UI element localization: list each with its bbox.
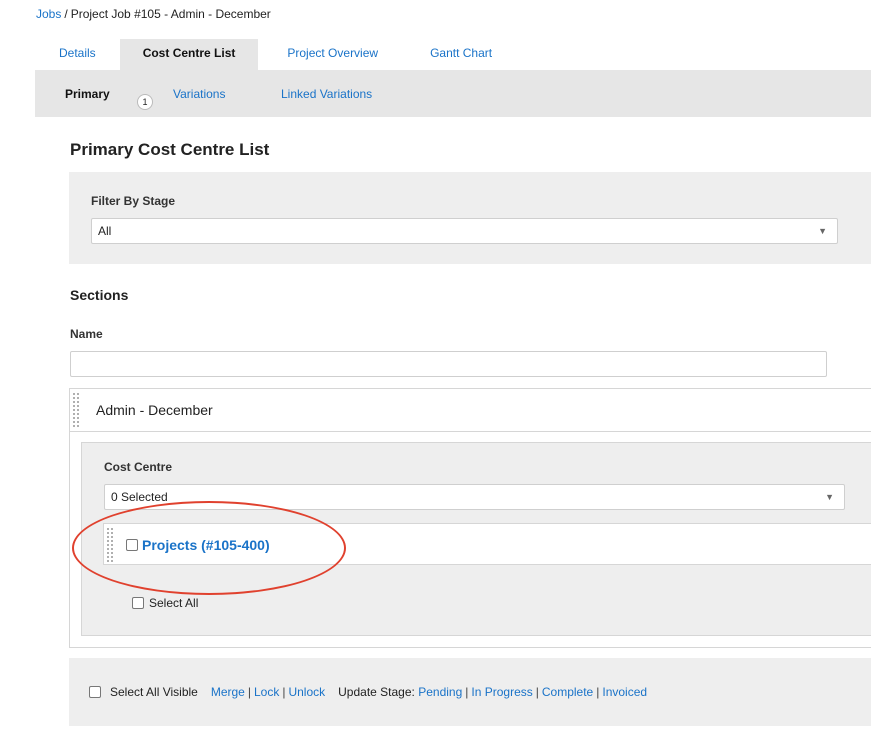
breadcrumb: Jobs / Project Job #105 - Admin - December (36, 7, 271, 21)
tab-details[interactable]: Details (35, 39, 120, 70)
select-all-checkbox[interactable] (132, 597, 144, 609)
stage-in-progress-link[interactable]: In Progress (471, 685, 532, 699)
breadcrumb-separator: / (64, 7, 68, 21)
name-label: Name (70, 327, 103, 341)
name-input[interactable] (70, 351, 827, 377)
cost-centre-label: Cost Centre (104, 460, 173, 474)
chevron-down-icon: ▼ (825, 492, 834, 502)
select-all-label: Select All (149, 596, 199, 610)
filter-stage-value: All (98, 224, 112, 238)
cost-centre-panel: Cost Centre 0 Selected ▼ Projects (#105-… (81, 442, 871, 636)
section-admin-december: Admin - December Cost Centre 0 Selected … (69, 388, 871, 648)
filter-panel: Filter By Stage All ▼ (69, 172, 871, 264)
tab-cost-centre-list[interactable]: Cost Centre List (119, 39, 259, 70)
cost-centre-checkbox[interactable] (126, 539, 138, 551)
subtab-variations[interactable]: Variations (173, 87, 225, 101)
subtab-primary[interactable]: Primary 1 (65, 87, 153, 110)
pipe-separator: | (465, 685, 469, 699)
cost-centre-link-projects[interactable]: Projects (#105-400) (142, 537, 270, 553)
sections-title: Sections (70, 287, 129, 303)
subtab-bar: Primary 1 Variations Linked Variations (35, 70, 871, 117)
cost-centre-row: Projects (#105-400) (103, 523, 871, 565)
stage-complete-link[interactable]: Complete (542, 685, 593, 699)
cost-centre-select[interactable]: 0 Selected ▼ (104, 484, 845, 510)
subtab-primary-label: Primary (65, 87, 110, 101)
tab-project-overview[interactable]: Project Overview (258, 39, 407, 70)
page-title: Primary Cost Centre List (70, 140, 270, 159)
drag-handle-icon[interactable] (71, 391, 81, 429)
section-header: Admin - December (70, 389, 871, 432)
filter-by-stage-label: Filter By Stage (91, 194, 176, 208)
merge-link[interactable]: Merge (211, 685, 245, 699)
subtab-linked-variations[interactable]: Linked Variations (281, 87, 372, 101)
update-stage-label: Update Stage: (338, 685, 415, 699)
chevron-down-icon: ▼ (818, 226, 827, 236)
stage-pending-link[interactable]: Pending (418, 685, 462, 699)
cost-centre-selected-value: 0 Selected (111, 490, 168, 504)
lock-link[interactable]: Lock (254, 685, 279, 699)
breadcrumb-jobs-link[interactable]: Jobs (36, 7, 61, 21)
select-all[interactable]: Select All (132, 596, 198, 610)
pipe-separator: | (596, 685, 600, 699)
main-tabs: Details Cost Centre List Project Overvie… (35, 39, 515, 70)
bottom-actions: Select All Visible Merge | Lock | Unlock… (89, 685, 647, 699)
bottom-action-bar: Select All Visible Merge | Lock | Unlock… (69, 658, 871, 726)
primary-count-badge: 1 (137, 94, 153, 110)
stage-invoiced-link[interactable]: Invoiced (602, 685, 647, 699)
filter-stage-select[interactable]: All ▼ (91, 218, 838, 244)
tab-gantt-chart[interactable]: Gantt Chart (407, 39, 515, 70)
pipe-separator: | (247, 685, 251, 699)
select-all-visible-checkbox[interactable] (89, 686, 101, 698)
drag-handle-icon[interactable] (105, 526, 115, 562)
pipe-separator: | (535, 685, 539, 699)
section-title: Admin - December (96, 402, 213, 418)
unlock-link[interactable]: Unlock (288, 685, 325, 699)
pipe-separator: | (282, 685, 286, 699)
select-all-visible-label: Select All Visible (110, 685, 198, 699)
breadcrumb-current: Project Job #105 - Admin - December (70, 7, 271, 21)
